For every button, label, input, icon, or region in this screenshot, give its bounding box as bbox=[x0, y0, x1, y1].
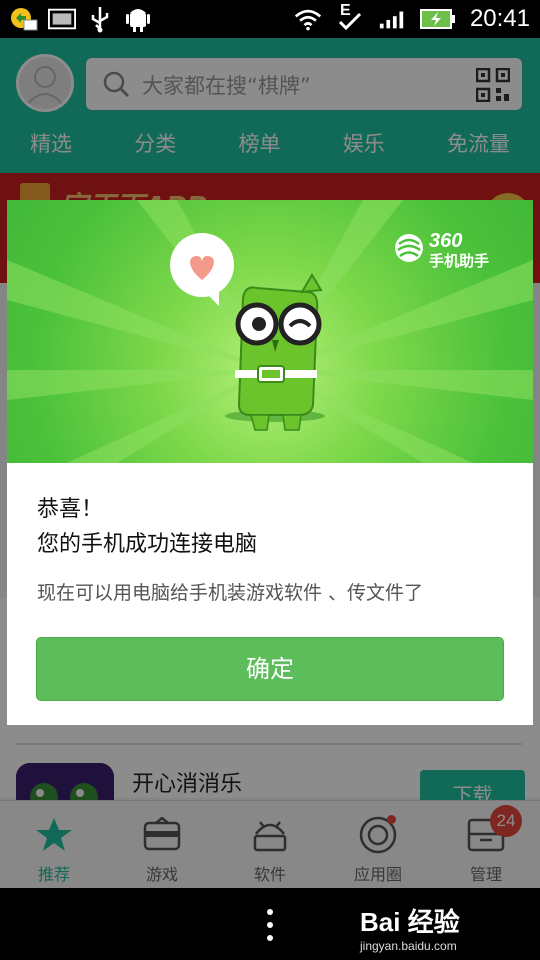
wifi-icon bbox=[294, 6, 322, 32]
brand-name: 手机助手 bbox=[429, 252, 490, 270]
signal-icon bbox=[378, 6, 406, 32]
clock: 20:41 bbox=[469, 5, 530, 32]
360-logo-icon bbox=[395, 234, 423, 262]
dialog-title: 恭喜！ 您的手机成功连接电脑 bbox=[37, 492, 257, 562]
network-type-label: E bbox=[339, 2, 351, 19]
connection-success-dialog: 360 手机助手 恭喜！ 您的手机成功连接电脑 现在可以用电脑给手机装游戏软件 … bbox=[7, 200, 533, 725]
confirm-button[interactable]: 确定 bbox=[36, 637, 504, 701]
status-bar: E 20:41 bbox=[0, 0, 540, 38]
brand-logo: 360 手机助手 bbox=[393, 230, 503, 270]
status-bar-system: E 20:41 bbox=[294, 2, 530, 34]
battery-charging-icon bbox=[419, 6, 456, 32]
image-icon bbox=[48, 6, 76, 32]
system-navigation-bar: Bai 经验 jingyan.baidu.com bbox=[0, 888, 540, 960]
usb-icon bbox=[86, 6, 114, 33]
baidu-watermark: Bai 经验 jingyan.baidu.com bbox=[360, 902, 510, 953]
notification-icon bbox=[10, 6, 38, 32]
dialog-title-line1: 恭喜！ bbox=[37, 497, 104, 522]
dialog-title-line2: 您的手机成功连接电脑 bbox=[37, 532, 258, 557]
watermark-main: Bai 经验 bbox=[360, 907, 460, 937]
status-bar-notifications bbox=[10, 4, 152, 34]
android-debug-icon bbox=[124, 6, 152, 32]
watermark-url: jingyan.baidu.com bbox=[360, 939, 457, 953]
dialog-message: 现在可以用电脑给手机装游戏软件 、传文件了 bbox=[37, 582, 424, 604]
overflow-menu-icon[interactable] bbox=[266, 908, 274, 942]
data-transfer-icon: E bbox=[336, 2, 364, 32]
dialog-hero-illustration: 360 手机助手 bbox=[7, 200, 533, 463]
